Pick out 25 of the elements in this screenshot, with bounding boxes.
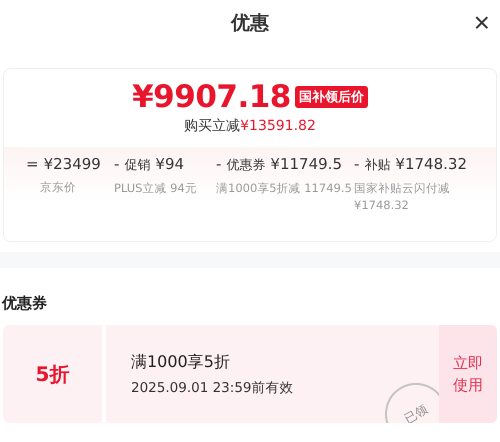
final-price: ¥9907.18 xyxy=(132,79,291,115)
breakdown-label: 优惠券 xyxy=(226,157,266,174)
dialog-title: 优惠 xyxy=(231,11,269,36)
operator-sign: = xyxy=(26,155,39,173)
breakdown-label: 补贴 xyxy=(364,157,390,174)
breakdown-amount: ¥1748.32 xyxy=(395,155,467,173)
breakdown-note: 国家补贴云闪付减 ¥1748.32 xyxy=(354,180,451,214)
breakdown-amount: ¥94 xyxy=(155,155,184,173)
use-now-button[interactable]: 立即使用 xyxy=(439,325,497,423)
coupon-value: 5折 xyxy=(36,360,70,388)
operator-sign: - xyxy=(216,155,222,173)
reduction-text: 购买立减¥13591.82 xyxy=(184,117,316,135)
breakdown-label: 促销 xyxy=(124,157,150,174)
breakdown-amount: ¥23499 xyxy=(44,155,101,173)
close-button[interactable]: × xyxy=(470,8,494,38)
breakdown-amount: ¥11749.5 xyxy=(270,155,342,173)
coupon-title: 满1000享5折 xyxy=(131,352,231,372)
section-title: 优惠券 xyxy=(2,294,48,313)
operator-sign: - xyxy=(354,155,360,173)
breakdown-note: PLUS立减 94元 xyxy=(114,180,198,197)
price-tag: 国补领后价 xyxy=(294,86,368,108)
breakdown-note: 满1000享5折减 11749.5 xyxy=(216,180,353,197)
breakdown-note: 京东价 xyxy=(39,179,77,196)
operator-sign: - xyxy=(114,155,120,173)
coupon-validity: 2025.09.01 23:59前有效 xyxy=(131,378,294,396)
